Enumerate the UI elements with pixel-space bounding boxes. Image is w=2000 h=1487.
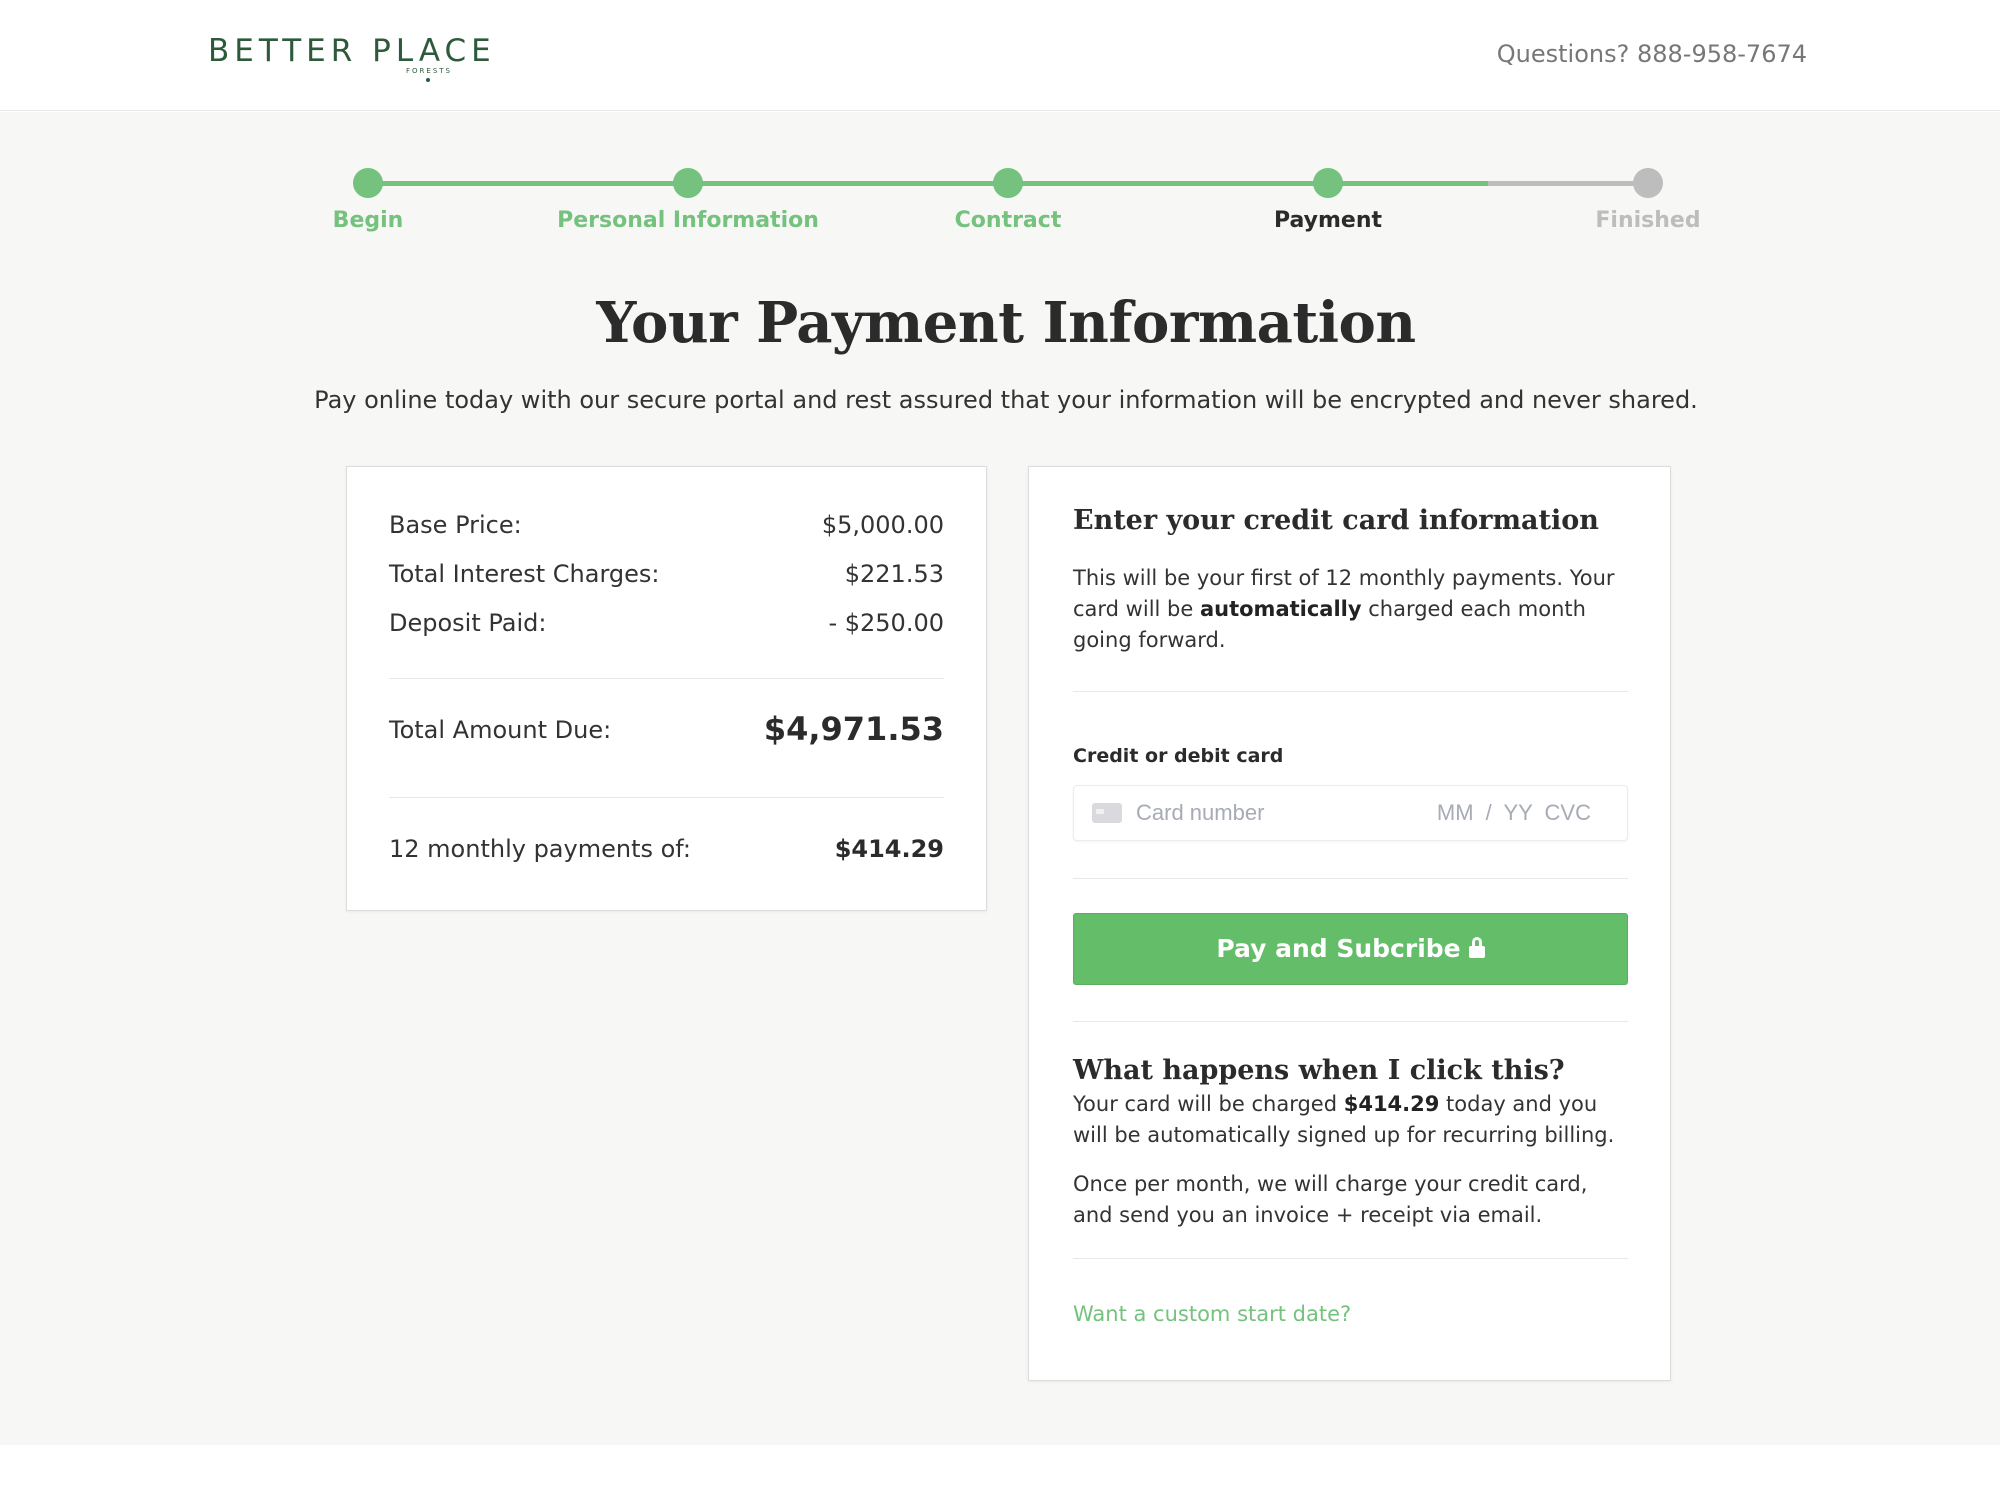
total-row: Total Amount Due: $4,971.53	[389, 710, 944, 748]
price-summary-card: Base Price: $5,000.00 Total Interest Cha…	[346, 466, 987, 911]
logo-tree-icon	[426, 78, 430, 82]
page-subtitle: Pay online today with our secure portal …	[314, 386, 1698, 414]
monthly-label: 12 monthly payments of:	[389, 835, 691, 863]
faq-title: What happens when I click this?	[1073, 1055, 1565, 1086]
stepper-track-remaining	[1488, 181, 1648, 186]
base-price-value: $5,000.00	[821, 511, 944, 539]
summary-divider	[389, 678, 944, 679]
interest-value: $221.53	[844, 560, 944, 588]
base-price-row: Base Price: $5,000.00	[389, 511, 944, 539]
payment-card: Enter your credit card information This …	[1028, 466, 1671, 1381]
payment-intro-emphasis: automatically	[1199, 597, 1362, 621]
step-dot-personal-information	[673, 168, 703, 198]
credit-card-icon	[1092, 803, 1122, 823]
step-dot-finished	[1633, 168, 1663, 198]
payment-divider	[1073, 691, 1628, 692]
card-number-input[interactable]: Card number	[1136, 800, 1264, 826]
faq-charge-amount: $414.29	[1343, 1092, 1440, 1116]
interest-row: Total Interest Charges: $221.53	[389, 560, 944, 588]
card-cvc-input[interactable]: CVC	[1545, 800, 1591, 825]
monthly-row: 12 monthly payments of: $414.29	[389, 835, 944, 863]
payment-divider	[1073, 878, 1628, 879]
step-dot-payment	[1313, 168, 1343, 198]
deposit-row: Deposit Paid: - $250.00	[389, 609, 944, 637]
step-label-personal-information: Personal Information	[557, 208, 819, 233]
logo-subtext: FORESTS	[406, 67, 452, 75]
support-phone: Questions? 888-958-7674	[1496, 40, 1807, 68]
lock-icon	[1468, 937, 1485, 958]
site-header: BETTER PLACE FORESTS Questions? 888-958-…	[0, 0, 2000, 111]
step-label-finished: Finished	[1595, 208, 1701, 233]
total-label: Total Amount Due:	[389, 716, 612, 744]
main-content: Begin Personal Information Contract Paym…	[0, 112, 2000, 1445]
page-title: Your Payment Information	[596, 290, 1416, 356]
step-label-payment: Payment	[1273, 208, 1383, 233]
deposit-value: - $250.00	[828, 609, 944, 637]
custom-start-date-link[interactable]: Want a custom start date?	[1073, 1302, 1628, 1326]
pay-and-subscribe-button[interactable]: Pay and Subcribe	[1073, 913, 1628, 985]
interest-label: Total Interest Charges:	[389, 560, 660, 588]
step-dot-begin	[353, 168, 383, 198]
page-footer	[0, 1445, 2000, 1487]
payment-card-title: Enter your credit card information	[1073, 505, 1599, 536]
summary-divider	[389, 797, 944, 798]
total-value: $4,971.53	[763, 710, 944, 748]
step-label-contract: Contract	[954, 208, 1062, 233]
payment-divider	[1073, 1258, 1628, 1259]
payment-divider	[1073, 1021, 1628, 1022]
better-place-logo[interactable]: BETTER PLACE FORESTS	[208, 33, 496, 82]
card-input-field[interactable]: Card number MM / YY CVC	[1073, 785, 1628, 841]
payment-intro: This will be your first of 12 monthly pa…	[1073, 563, 1628, 656]
step-dot-contract	[993, 168, 1023, 198]
progress-stepper: Begin Personal Information Contract Paym…	[0, 112, 2000, 242]
card-field-label: Credit or debit card	[1073, 745, 1284, 767]
faq-paragraph-2: Once per month, we will charge your cred…	[1073, 1172, 1588, 1227]
logo-wordmark: BETTER PLACE	[208, 33, 496, 69]
step-label-begin: Begin	[332, 208, 404, 233]
card-expiry-input[interactable]: MM / YY	[1437, 800, 1533, 825]
faq-text: Your card will be charged	[1073, 1092, 1344, 1116]
pay-button-label: Pay and Subcribe	[1216, 934, 1461, 963]
card-expiry-cvc-input[interactable]: MM / YY CVC	[1437, 800, 1591, 826]
monthly-value: $414.29	[834, 835, 944, 863]
deposit-label: Deposit Paid:	[389, 609, 547, 637]
base-price-label: Base Price:	[389, 511, 522, 539]
faq-paragraph-1: Your card will be charged $414.29 today …	[1073, 1089, 1628, 1151]
